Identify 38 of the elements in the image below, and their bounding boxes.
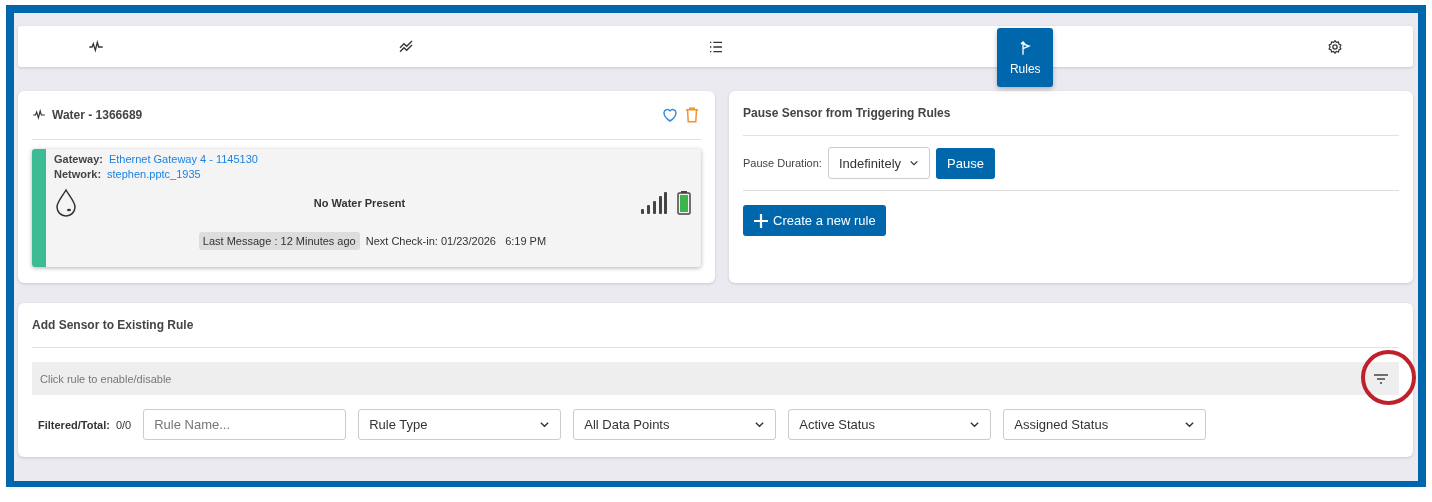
chevron-down-icon (969, 419, 981, 430)
filter-dropdown[interactable]: All Data Points (573, 409, 777, 440)
filter-dropdown[interactable]: Assigned Status (1003, 409, 1207, 440)
hint-text: Click rule to enable/disable (40, 372, 172, 385)
create-rule-button[interactable]: Create a new rule (743, 205, 886, 236)
trash-icon (683, 106, 701, 124)
trend-lines-icon (397, 38, 414, 55)
next-checkin: Next Check-in: 01/23/2026 6:19 PM (365, 235, 547, 247)
water-drop-icon (54, 188, 78, 218)
plus-icon (753, 212, 769, 229)
count-value: 0/0 (115, 418, 132, 431)
sensor-title: Water - 1366689 (52, 108, 143, 122)
battery-icon (677, 191, 691, 215)
gateway-link[interactable]: Ethernet Gateway 4 - 1145130 (108, 152, 258, 167)
sensor-reading: No Water Present (312, 197, 407, 209)
rule-name-field[interactable]: Rule Name... (143, 409, 347, 440)
pulse-icon (32, 108, 46, 122)
card-title: Add Sensor to Existing Rule (32, 303, 1399, 348)
chevron-down-icon (754, 419, 766, 430)
network-label: Network: (54, 167, 102, 182)
filter-icon (1373, 372, 1389, 385)
filter-dropdown[interactable]: Rule Type (358, 409, 562, 440)
signal-bars-icon (641, 192, 667, 214)
nav-tab[interactable]: Rules (997, 28, 1054, 87)
gateway-label: Gateway: (54, 152, 103, 167)
filter-dropdown[interactable]: Active Status (788, 409, 992, 440)
count-label: Filtered/Total: (38, 418, 110, 431)
duration-label: Pause Duration: (743, 157, 822, 169)
network-link[interactable]: stephen.pptc_1935 (107, 167, 201, 182)
chevron-down-icon (909, 158, 920, 168)
pause-button[interactable]: Pause (936, 147, 995, 179)
chevron-down-icon (1184, 419, 1196, 430)
gear-icon (1327, 38, 1343, 55)
last-message-badge: Last Message : 12 Minutes ago (198, 232, 360, 250)
duration-dropdown[interactable]: Indefinitely (827, 147, 931, 179)
pulse-icon (88, 38, 104, 55)
card-title: Pause Sensor from Triggering Rules (743, 91, 1399, 136)
chevron-down-icon (539, 419, 551, 430)
